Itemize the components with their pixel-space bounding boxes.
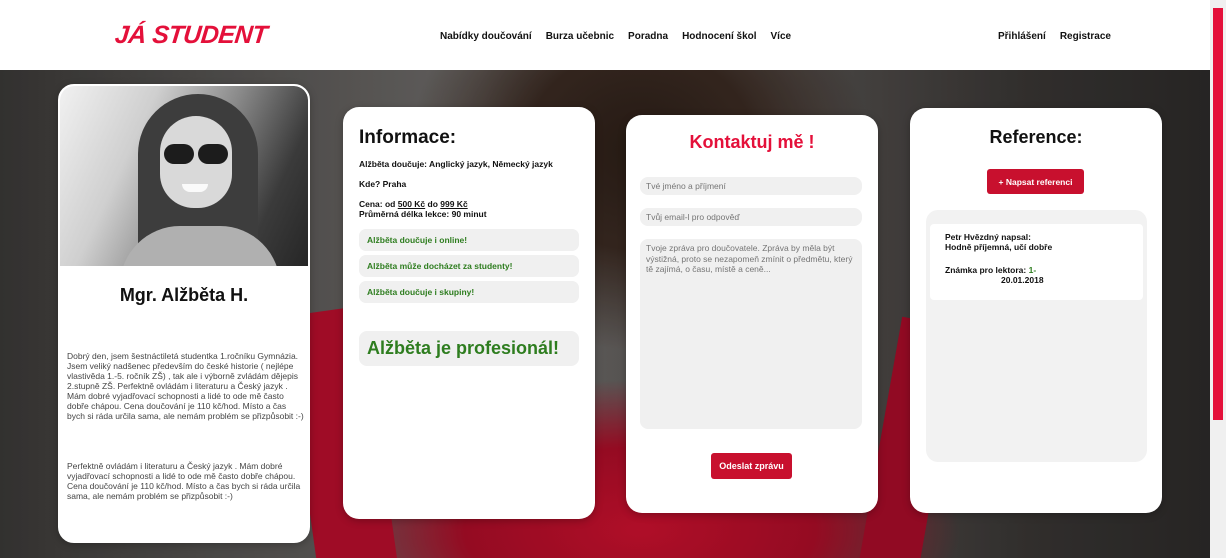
reference-title: Reference: [989, 127, 1083, 147]
tutor-name: Mgr. Alžběta H. [119, 285, 249, 305]
name-input[interactable] [640, 177, 862, 195]
reference-grade: Známka pro lektora: 1- [945, 265, 1129, 275]
tutor-subjects: Alžběta doučuje: Anglický jazyk, Německý… [359, 159, 553, 169]
feature-travels: Alžběta může docházet za studenty! [359, 255, 579, 277]
nav-item-textbook-exchange[interactable]: Burza učebnic [546, 31, 614, 42]
feature-groups: Alžběta doučuje i skupiny! [359, 281, 579, 303]
price-mid: do [425, 199, 441, 209]
profile-photo [60, 86, 308, 266]
nav-item-tutoring-offers[interactable]: Nabídky doučování [440, 31, 532, 42]
register-link[interactable]: Registrace [1060, 31, 1111, 42]
reference-item: Petr Hvězdný napsal: Hodně příjemná, učí… [930, 224, 1143, 300]
write-reference-button[interactable]: + Napsat referenci [987, 169, 1084, 194]
price-from: 500 Kč [397, 199, 426, 209]
price-prefix: Cena: od [359, 199, 398, 209]
info-title: Informace: [359, 127, 457, 148]
scrollbar-thumb[interactable] [1213, 8, 1223, 420]
login-link[interactable]: Přihlášení [998, 31, 1046, 42]
info-card: Informace: Alžběta doučuje: Anglický jaz… [343, 107, 595, 519]
tutor-bio: Dobrý den, jsem šestnáctiletá studentka … [67, 351, 304, 421]
email-input[interactable] [640, 208, 862, 226]
reference-author: Petr Hvězdný napsal: [945, 232, 1031, 242]
tutor-price: Cena: od 500 Kč do 999 Kč Průměrná délka… [359, 199, 579, 219]
site-logo[interactable]: JÁ STUDENT [113, 21, 269, 50]
feature-online: Alžběta doučuje i online! [359, 229, 579, 251]
nav-item-advice[interactable]: Poradna [628, 31, 668, 42]
grade-value: 1- [1028, 265, 1037, 275]
photo-sunglasses-left [164, 144, 194, 164]
nav-item-more[interactable]: Více [771, 31, 792, 42]
reference-text: Hodně příjemná, učí dobře [945, 242, 1053, 252]
nav-item-school-ratings[interactable]: Hodnocení škol [682, 31, 756, 42]
tutor-bio-continued: Perfektně ovládám i literaturu a Český j… [67, 461, 301, 501]
main-nav: Nabídky doučování Burza učebnic Poradna … [440, 31, 791, 42]
photo-smile [182, 184, 208, 192]
reference-date: 20.01.2018 [1001, 275, 1044, 285]
auth-links: Přihlášení Registrace [998, 31, 1111, 42]
grade-label: Známka pro lektora: [945, 265, 1029, 275]
scrollbar[interactable] [1210, 0, 1226, 558]
reference-list: Petr Hvězdný napsal: Hodně příjemná, učí… [926, 210, 1147, 462]
message-textarea[interactable] [640, 239, 862, 429]
send-message-button[interactable]: Odeslat zprávu [711, 453, 792, 479]
lesson-length: Průměrná délka lekce: 90 minut [359, 209, 487, 219]
contact-title: Kontaktuj mě ! [689, 132, 815, 152]
site-header: JÁ STUDENT Nabídky doučování Burza učebn… [0, 0, 1210, 70]
professional-badge: Alžběta je profesionál! [359, 331, 579, 366]
contact-card: Kontaktuj mě ! Odeslat zprávu [626, 115, 878, 513]
tutor-location: Kde? Praha [359, 179, 407, 189]
photo-sunglasses-right [198, 144, 228, 164]
price-to: 999 Kč [440, 199, 468, 209]
reference-card: Reference: + Napsat referenci Petr Hvězd… [910, 108, 1162, 513]
profile-card: Mgr. Alžběta H. Dobrý den, jsem šestnáct… [58, 84, 310, 543]
